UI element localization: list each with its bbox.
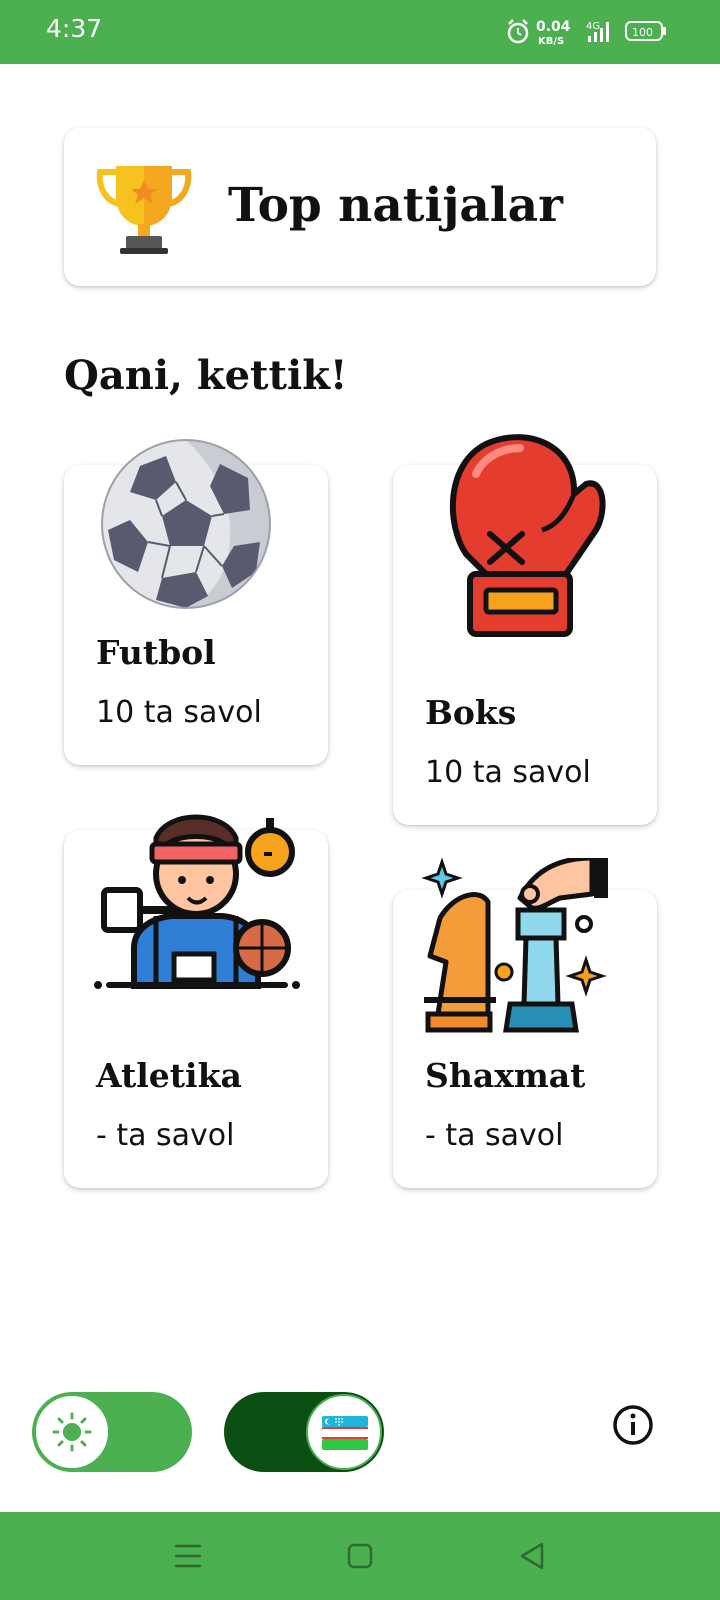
sun-icon xyxy=(52,1412,92,1452)
network-type: 4G xyxy=(586,21,600,32)
theme-toggle-knob xyxy=(34,1394,110,1470)
top-results-button[interactable]: Top natijalar xyxy=(64,128,656,286)
alarm-icon xyxy=(507,19,529,44)
status-icons: 0.04 KB/S 4G 100 xyxy=(506,16,676,48)
athlete-icon xyxy=(94,814,300,989)
back-triangle-icon[interactable] xyxy=(514,1538,550,1574)
info-icon[interactable] xyxy=(612,1404,654,1446)
category-name: Shaxmat xyxy=(425,1056,586,1095)
soccer-ball-icon xyxy=(101,439,271,609)
signal-icon: 4G xyxy=(586,21,609,42)
category-name: Atletika xyxy=(96,1056,242,1095)
home-square-icon[interactable] xyxy=(342,1538,378,1574)
menu-icon[interactable] xyxy=(170,1538,206,1574)
category-question-count: 10 ta savol xyxy=(96,695,262,730)
category-question-count: 10 ta savol xyxy=(425,755,591,790)
navigation-bar xyxy=(0,1512,720,1600)
trophy-icon xyxy=(96,166,192,254)
network-speed: 0.04 xyxy=(536,19,571,35)
battery-level: 100 xyxy=(632,26,653,39)
section-title: Qani, kettik! xyxy=(64,352,348,399)
battery-icon: 100 xyxy=(625,21,666,41)
category-name: Boks xyxy=(425,693,517,732)
boxing-glove-icon xyxy=(449,434,606,637)
language-toggle[interactable] xyxy=(224,1392,384,1472)
category-name: Futbol xyxy=(96,633,216,672)
uzbekistan-flag-icon xyxy=(322,1416,368,1450)
top-results-label: Top natijalar xyxy=(228,178,563,233)
network-unit: KB/S xyxy=(538,36,564,47)
theme-toggle[interactable] xyxy=(32,1392,192,1472)
category-question-count: - ta savol xyxy=(425,1118,564,1153)
chess-icon xyxy=(421,858,608,1033)
status-bar: 4:37 0.04 KB/S 4G 100 xyxy=(0,0,720,64)
category-question-count: - ta savol xyxy=(96,1118,235,1153)
language-toggle-knob xyxy=(306,1394,382,1470)
status-time: 4:37 xyxy=(46,14,103,43)
